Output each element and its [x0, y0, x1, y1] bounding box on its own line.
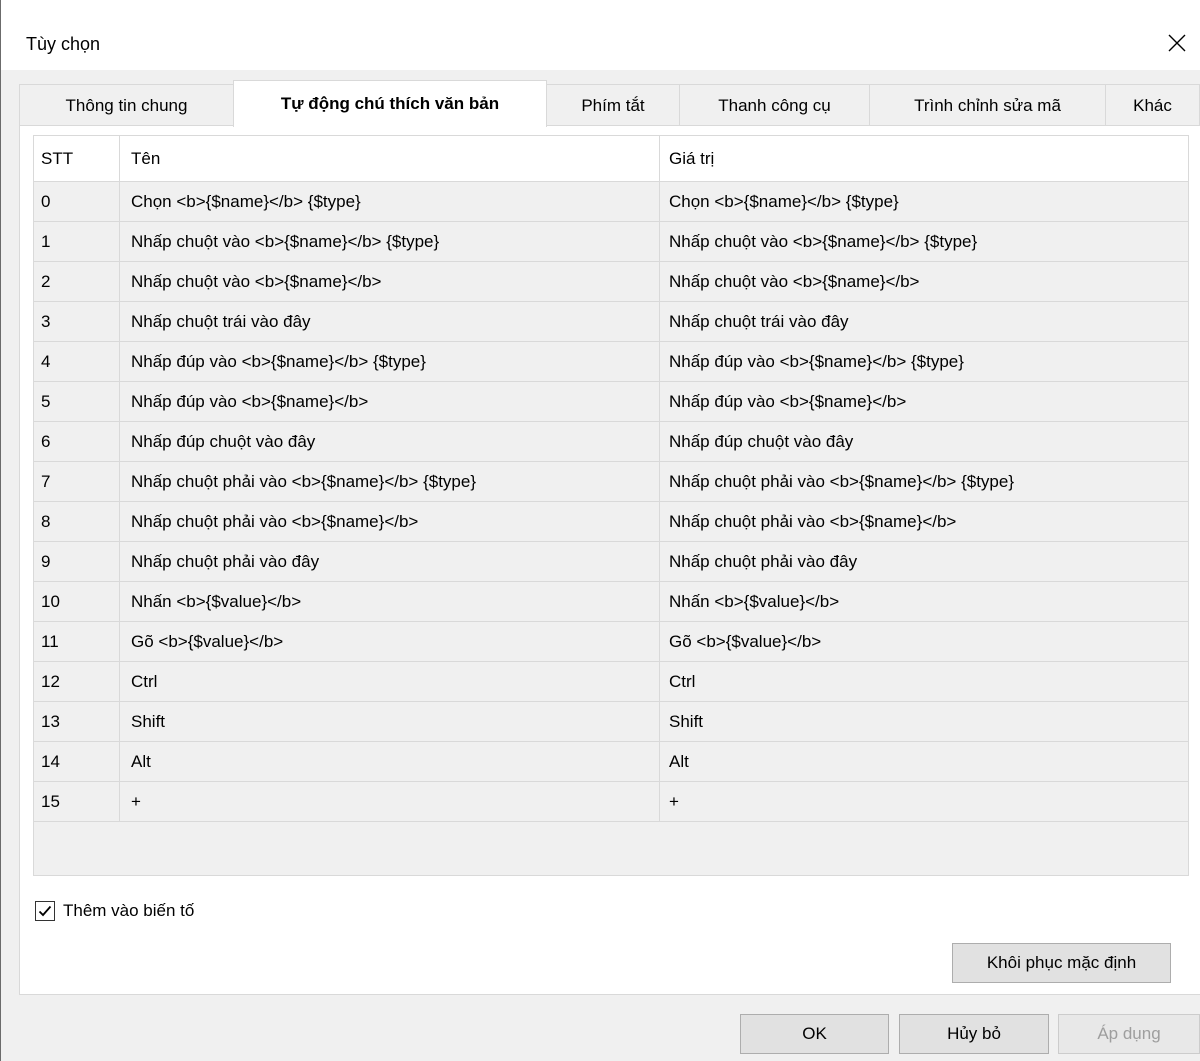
cell-name[interactable]: Chọn <b>{$name}</b> {$type} — [119, 182, 659, 221]
check-icon — [38, 905, 52, 917]
apply-button[interactable]: Áp dụng — [1058, 1014, 1200, 1054]
column-header-name[interactable]: Tên — [119, 136, 659, 181]
table-header: STT Tên Giá trị — [34, 136, 1188, 182]
cell-value[interactable]: Nhấn <b>{$value}</b> — [659, 582, 1188, 621]
cell-index[interactable]: 1 — [34, 222, 119, 261]
cell-name[interactable]: Shift — [119, 702, 659, 741]
table-row[interactable]: 14 Alt Alt — [34, 742, 1188, 782]
cell-name[interactable]: Nhấp chuột phải vào <b>{$name}</b> — [119, 502, 659, 541]
cell-value[interactable]: Nhấp chuột vào <b>{$name}</b> {$type} — [659, 222, 1188, 261]
add-to-variable-label: Thêm vào biến tố — [63, 901, 195, 920]
cell-name[interactable]: Nhấp chuột phải vào đây — [119, 542, 659, 581]
tab-general[interactable]: Thông tin chung — [19, 84, 234, 126]
cell-value[interactable]: Shift — [659, 702, 1188, 741]
cell-index[interactable]: 6 — [34, 422, 119, 461]
cell-index[interactable]: 11 — [34, 622, 119, 661]
cell-value[interactable]: Nhấp chuột trái vào đây — [659, 302, 1188, 341]
annotation-table[interactable]: STT Tên Giá trị 0 Chọn <b>{$name}</b> {$t… — [33, 135, 1189, 876]
cell-index[interactable]: 3 — [34, 302, 119, 341]
restore-defaults-button[interactable]: Khôi phục mặc định — [952, 943, 1171, 983]
table-row[interactable]: 7 Nhấp chuột phải vào <b>{$name}</b> {$ty… — [34, 462, 1188, 502]
cell-value[interactable]: Nhấp đúp vào <b>{$name}</b> — [659, 382, 1188, 421]
cell-value[interactable]: Nhấp đúp vào <b>{$name}</b> {$type} — [659, 342, 1188, 381]
window-title: Tùy chọn — [26, 34, 101, 54]
table-row[interactable]: 5 Nhấp đúp vào <b>{$name}</b> Nhấp đúp vào… — [34, 382, 1188, 422]
table-row[interactable]: 4 Nhấp đúp vào <b>{$name}</b> {$type} Nhấp… — [34, 342, 1188, 382]
cell-value[interactable]: Nhấp chuột phải vào đây — [659, 542, 1188, 581]
table-row[interactable]: 1 Nhấp chuột vào <b>{$name}</b> {$type} Nh… — [34, 222, 1188, 262]
cell-index[interactable]: 10 — [34, 582, 119, 621]
title-bar: Tùy chọn — [1, 0, 1200, 70]
table-body: 0 Chọn <b>{$name}</b> {$type} Chọn <b>{$na… — [34, 182, 1188, 822]
cell-name[interactable]: Nhấp chuột trái vào đây — [119, 302, 659, 341]
tab-toolbar[interactable]: Thanh công cụ — [679, 84, 870, 126]
table-row[interactable]: 8 Nhấp chuột phải vào <b>{$name}</b> Nhấp … — [34, 502, 1188, 542]
table-row[interactable]: 0 Chọn <b>{$name}</b> {$type} Chọn <b>{$na… — [34, 182, 1188, 222]
table-row[interactable]: 11 Gõ <b>{$value}</b> Gõ <b>{$value}</b> — [34, 622, 1188, 662]
cell-value[interactable]: Nhấp chuột vào <b>{$name}</b> — [659, 262, 1188, 301]
cell-name[interactable]: Nhấp chuột vào <b>{$name}</b> {$type} — [119, 222, 659, 261]
cell-name[interactable]: Nhấp chuột phải vào <b>{$name}</b> {$typ… — [119, 462, 659, 501]
add-to-variable-option[interactable]: Thêm vào biến tố — [35, 899, 194, 923]
cell-index[interactable]: 9 — [34, 542, 119, 581]
cell-value[interactable]: Gõ <b>{$value}</b> — [659, 622, 1188, 661]
table-row[interactable]: 9 Nhấp chuột phải vào đây Nhấp chuột phải … — [34, 542, 1188, 582]
close-button[interactable] — [1154, 20, 1200, 66]
cell-index[interactable]: 4 — [34, 342, 119, 381]
cell-index[interactable]: 13 — [34, 702, 119, 741]
window-border — [0, 0, 1, 1061]
table-row[interactable]: 6 Nhấp đúp chuột vào đây Nhấp đúp chuột và… — [34, 422, 1188, 462]
close-icon — [1168, 34, 1186, 52]
ok-button[interactable]: OK — [740, 1014, 889, 1054]
cell-index[interactable]: 12 — [34, 662, 119, 701]
cell-name[interactable]: Gõ <b>{$value}</b> — [119, 622, 659, 661]
tab-auto-annotation[interactable]: Tự động chú thích văn bản — [233, 80, 547, 127]
add-to-variable-checkbox[interactable] — [35, 901, 55, 921]
cell-name[interactable]: Alt — [119, 742, 659, 781]
table-row[interactable]: 2 Nhấp chuột vào <b>{$name}</b> Nhấp chuột… — [34, 262, 1188, 302]
cell-index[interactable]: 5 — [34, 382, 119, 421]
tab-panel: STT Tên Giá trị 0 Chọn <b>{$name}</b> {$t… — [19, 125, 1200, 995]
table-row[interactable]: 15 + + — [34, 782, 1188, 822]
column-header-index[interactable]: STT — [34, 136, 119, 181]
cell-index[interactable]: 8 — [34, 502, 119, 541]
table-row[interactable]: 10 Nhấn <b>{$value}</b> Nhấn <b>{$value}</… — [34, 582, 1188, 622]
cell-name[interactable]: Ctrl — [119, 662, 659, 701]
cell-value[interactable]: Alt — [659, 742, 1188, 781]
table-row[interactable]: 12 Ctrl Ctrl — [34, 662, 1188, 702]
cell-name[interactable]: Nhấp chuột vào <b>{$name}</b> — [119, 262, 659, 301]
table-row[interactable]: 13 Shift Shift — [34, 702, 1188, 742]
cell-name[interactable]: Nhấp đúp vào <b>{$name}</b> {$type} — [119, 342, 659, 381]
cell-value[interactable]: Nhấp chuột phải vào <b>{$name}</b> — [659, 502, 1188, 541]
cell-index[interactable]: 14 — [34, 742, 119, 781]
tab-other[interactable]: Khác — [1105, 84, 1200, 126]
cell-value[interactable]: Nhấp đúp chuột vào đây — [659, 422, 1188, 461]
cancel-button[interactable]: Hủy bỏ — [899, 1014, 1049, 1054]
column-header-value[interactable]: Giá trị — [659, 136, 1188, 181]
cell-index[interactable]: 0 — [34, 182, 119, 221]
cell-value[interactable]: Nhấp chuột phải vào <b>{$name}</b> {$typ… — [659, 462, 1188, 501]
cell-value[interactable]: + — [659, 782, 1188, 821]
cell-name[interactable]: + — [119, 782, 659, 821]
cell-name[interactable]: Nhấn <b>{$value}</b> — [119, 582, 659, 621]
tab-code-editor[interactable]: Trình chỉnh sửa mã — [869, 84, 1106, 126]
tab-strip: Thông tin chung Tự động chú thích văn bả… — [19, 80, 1200, 127]
cell-name[interactable]: Nhấp đúp chuột vào đây — [119, 422, 659, 461]
cell-index[interactable]: 2 — [34, 262, 119, 301]
cell-index[interactable]: 15 — [34, 782, 119, 821]
cell-name[interactable]: Nhấp đúp vào <b>{$name}</b> — [119, 382, 659, 421]
tab-shortcuts[interactable]: Phím tắt — [546, 84, 680, 126]
cell-index[interactable]: 7 — [34, 462, 119, 501]
cell-value[interactable]: Chọn <b>{$name}</b> {$type} — [659, 182, 1188, 221]
table-row[interactable]: 3 Nhấp chuột trái vào đây Nhấp chuột trái … — [34, 302, 1188, 342]
cell-value[interactable]: Ctrl — [659, 662, 1188, 701]
